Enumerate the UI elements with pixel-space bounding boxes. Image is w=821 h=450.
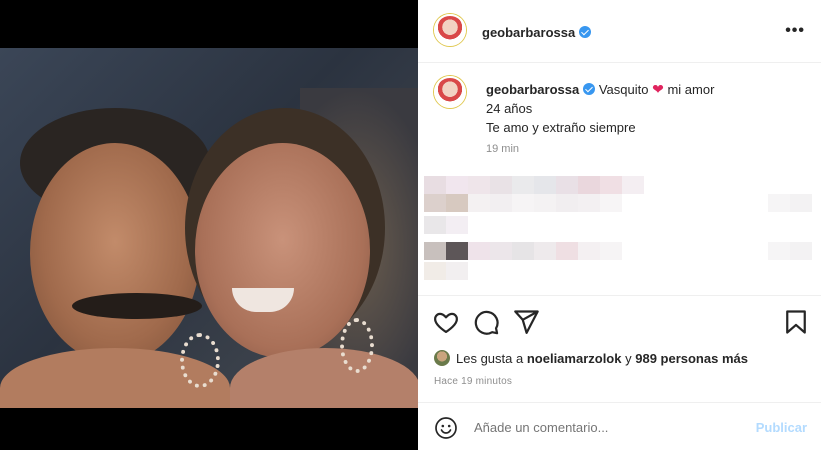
pixel-block — [600, 242, 622, 260]
author-username[interactable]: geobarbarossa — [482, 25, 592, 40]
pixel-block — [556, 176, 578, 194]
pixel-block — [556, 242, 578, 260]
pixel-block — [578, 194, 600, 212]
pixel-block — [556, 194, 578, 212]
pixel-block — [578, 176, 600, 194]
pixel-block — [790, 242, 812, 260]
pixel-block — [600, 194, 622, 212]
pixel-block — [512, 176, 534, 194]
action-bar — [418, 308, 821, 338]
caption-username[interactable]: geobarbarossa — [486, 82, 579, 97]
pixel-block — [468, 176, 490, 194]
save-bookmark-icon[interactable] — [782, 308, 810, 336]
more-options-icon[interactable]: ••• — [785, 22, 805, 40]
likes-prefix: Les gusta a — [456, 351, 524, 366]
pixel-block — [768, 194, 790, 212]
pixel-block — [534, 242, 556, 260]
likes-summary: Les gusta a noeliamarzolok y 989 persona… — [434, 350, 748, 366]
header-divider — [418, 62, 821, 63]
likes-user-link[interactable]: noeliamarzolok — [527, 351, 622, 366]
pixel-block — [446, 242, 468, 260]
liker-avatar[interactable] — [434, 350, 450, 366]
pixel-block — [490, 176, 512, 194]
post-caption: geobarbarossa Vasquito ❤ mi amor 24 años… — [486, 80, 806, 137]
man-face — [30, 143, 200, 363]
caption-time: 19 min — [486, 143, 520, 155]
pixel-block — [600, 176, 622, 194]
blurred-comments — [418, 170, 821, 290]
pixel-block — [534, 194, 556, 212]
like-heart-icon[interactable] — [432, 308, 460, 336]
pixel-block — [468, 194, 490, 212]
caption-line1-text: Vasquito — [598, 82, 649, 97]
post-timestamp[interactable]: Hace 19 minutos — [434, 376, 512, 387]
publish-button[interactable]: Publicar — [756, 420, 807, 435]
caption-line3: Te amo y extraño siempre — [486, 120, 636, 135]
author-avatar[interactable] — [434, 14, 466, 46]
likes-count-link[interactable]: 989 personas más — [635, 351, 748, 366]
emoji-smiley-icon[interactable] — [434, 416, 458, 440]
pixel-block — [512, 194, 534, 212]
verified-badge-icon — [579, 26, 592, 38]
comment-bar: Publicar — [418, 402, 821, 450]
pixel-block — [424, 194, 446, 212]
pixel-block — [424, 176, 446, 194]
pixel-block — [578, 242, 600, 260]
man-mustache — [72, 293, 202, 319]
caption-line1-after: mi amor — [667, 82, 715, 97]
earring-left — [180, 333, 220, 388]
share-paper-plane-icon[interactable] — [512, 308, 540, 336]
caption-verified-badge-icon — [583, 83, 596, 95]
pixel-block — [768, 242, 790, 260]
pixel-block — [534, 176, 556, 194]
pixel-block — [446, 262, 468, 280]
pixel-block — [490, 194, 512, 212]
post-photo — [0, 48, 418, 408]
comment-input[interactable] — [474, 420, 734, 435]
pixel-block — [446, 176, 468, 194]
pixel-block — [512, 242, 534, 260]
pixel-block — [424, 216, 446, 234]
earring-right — [340, 318, 374, 373]
caption-line2: 24 años — [486, 101, 533, 116]
pixel-block — [490, 242, 512, 260]
post-panel: geobarbarossa ••• geobarbarossa Vasquito… — [418, 0, 821, 450]
actions-divider — [418, 295, 821, 296]
likes-middle: y — [625, 351, 632, 366]
pixel-block — [468, 242, 490, 260]
pixel-block — [424, 262, 446, 280]
red-heart-icon: ❤ — [652, 81, 664, 97]
pixel-block — [446, 194, 468, 212]
pixel-block — [790, 194, 812, 212]
pixel-block — [622, 176, 644, 194]
post-media[interactable] — [0, 0, 418, 450]
pixel-block — [424, 242, 446, 260]
caption-avatar[interactable] — [434, 76, 466, 108]
pixel-block — [446, 216, 468, 234]
comment-bubble-icon[interactable] — [472, 308, 500, 336]
header-username-text[interactable]: geobarbarossa — [482, 25, 575, 40]
